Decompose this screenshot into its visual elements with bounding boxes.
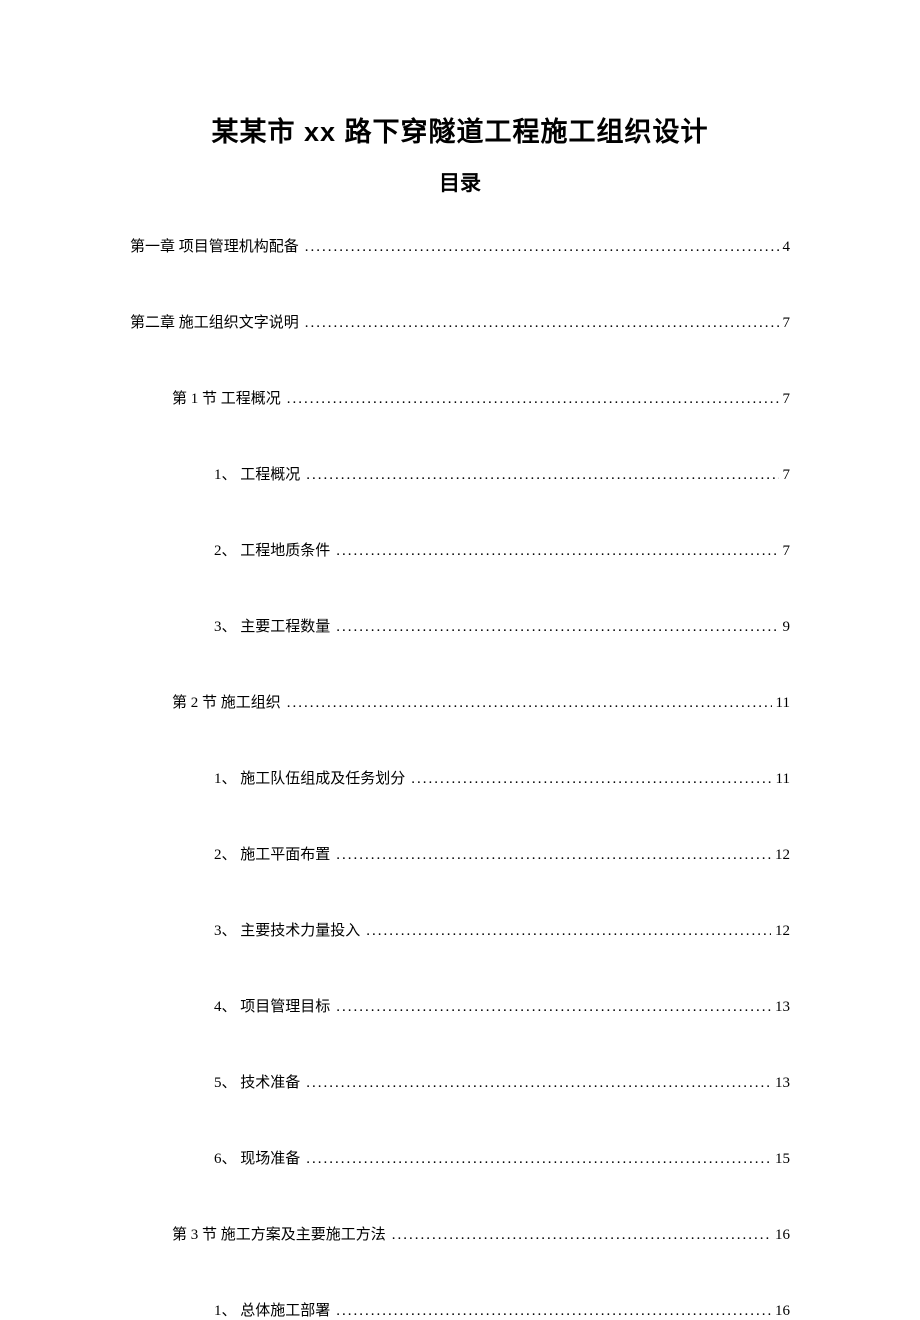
toc-leader-dots	[287, 695, 772, 712]
toc-entry-label: 6、 现场准备	[214, 1147, 306, 1168]
toc-entry-label: 第一章 项目管理机构配备	[130, 235, 305, 256]
toc-entry-page: 11	[772, 771, 790, 788]
toc-leader-dots	[305, 239, 779, 256]
toc-entry-page: 7	[779, 467, 791, 484]
toc-leader-dots	[287, 391, 779, 408]
toc-entry-page: 16	[771, 1227, 790, 1244]
toc-entry-label: 1、 施工队伍组成及任务划分	[214, 767, 411, 788]
toc-entry-label: 第 1 节 工程概况	[172, 387, 287, 408]
toc-leader-dots	[305, 315, 779, 332]
toc-entry: 1、 总体施工部署 16	[130, 1299, 790, 1320]
toc-entry-page: 4	[779, 239, 791, 256]
toc-entry-page: 7	[779, 543, 791, 560]
toc-entry-page: 12	[771, 923, 790, 940]
toc-entry-label: 2、 工程地质条件	[214, 539, 336, 560]
toc-leader-dots	[336, 619, 778, 636]
toc-entry: 4、 项目管理目标 13	[130, 995, 790, 1016]
toc-entry-label: 第 2 节 施工组织	[172, 691, 287, 712]
toc-entry: 2、 工程地质条件 7	[130, 539, 790, 560]
toc-entry-label: 1、 工程概况	[214, 463, 306, 484]
toc-entry: 2、 施工平面布置 12	[130, 843, 790, 864]
toc-entry-page: 15	[771, 1151, 790, 1168]
toc-leader-dots	[336, 1303, 771, 1320]
toc-entry: 3、 主要技术力量投入 12	[130, 919, 790, 940]
toc-entry-page: 7	[779, 391, 791, 408]
toc-entry: 第 3 节 施工方案及主要施工方法 16	[130, 1223, 790, 1244]
toc-entry-page: 11	[772, 695, 790, 712]
toc-entry: 5、 技术准备 13	[130, 1071, 790, 1092]
document-title: 某某市 xx 路下穿隧道工程施工组织设计	[130, 110, 790, 149]
toc-entry-page: 13	[771, 999, 790, 1016]
toc-entry-label: 第二章 施工组织文字说明	[130, 311, 305, 332]
toc-entry: 1、 施工队伍组成及任务划分 11	[130, 767, 790, 788]
toc-entry: 3、 主要工程数量 9	[130, 615, 790, 636]
toc-leader-dots	[392, 1227, 771, 1244]
toc-leader-dots	[411, 771, 771, 788]
toc-entry-page: 7	[779, 315, 791, 332]
toc-entry-label: 第 3 节 施工方案及主要施工方法	[172, 1223, 392, 1244]
table-of-contents: 第一章 项目管理机构配备4第二章 施工组织文字说明7第 1 节 工程概况71、 …	[130, 235, 790, 1320]
toc-leader-dots	[336, 543, 778, 560]
toc-leader-dots	[306, 467, 778, 484]
toc-heading: 目录	[130, 167, 790, 197]
toc-entry-label: 2、 施工平面布置	[214, 843, 336, 864]
toc-leader-dots	[306, 1151, 771, 1168]
toc-entry-page: 9	[779, 619, 791, 636]
toc-entry: 第 2 节 施工组织 11	[130, 691, 790, 712]
toc-entry-label: 1、 总体施工部署	[214, 1299, 336, 1320]
toc-leader-dots	[336, 847, 771, 864]
toc-entry: 第二章 施工组织文字说明 7	[130, 311, 790, 332]
toc-entry-label: 3、 主要技术力量投入	[214, 919, 366, 940]
toc-entry: 第一章 项目管理机构配备 4	[130, 235, 790, 256]
toc-entry-page: 16	[771, 1303, 790, 1320]
toc-entry: 1、 工程概况 7	[130, 463, 790, 484]
toc-entry: 6、 现场准备 15	[130, 1147, 790, 1168]
toc-leader-dots	[366, 923, 771, 940]
toc-entry-page: 13	[771, 1075, 790, 1092]
toc-entry-label: 3、 主要工程数量	[214, 615, 336, 636]
toc-entry-page: 12	[771, 847, 790, 864]
toc-entry: 第 1 节 工程概况 7	[130, 387, 790, 408]
toc-entry-label: 5、 技术准备	[214, 1071, 306, 1092]
toc-entry-label: 4、 项目管理目标	[214, 995, 336, 1016]
toc-leader-dots	[306, 1075, 771, 1092]
toc-leader-dots	[336, 999, 771, 1016]
